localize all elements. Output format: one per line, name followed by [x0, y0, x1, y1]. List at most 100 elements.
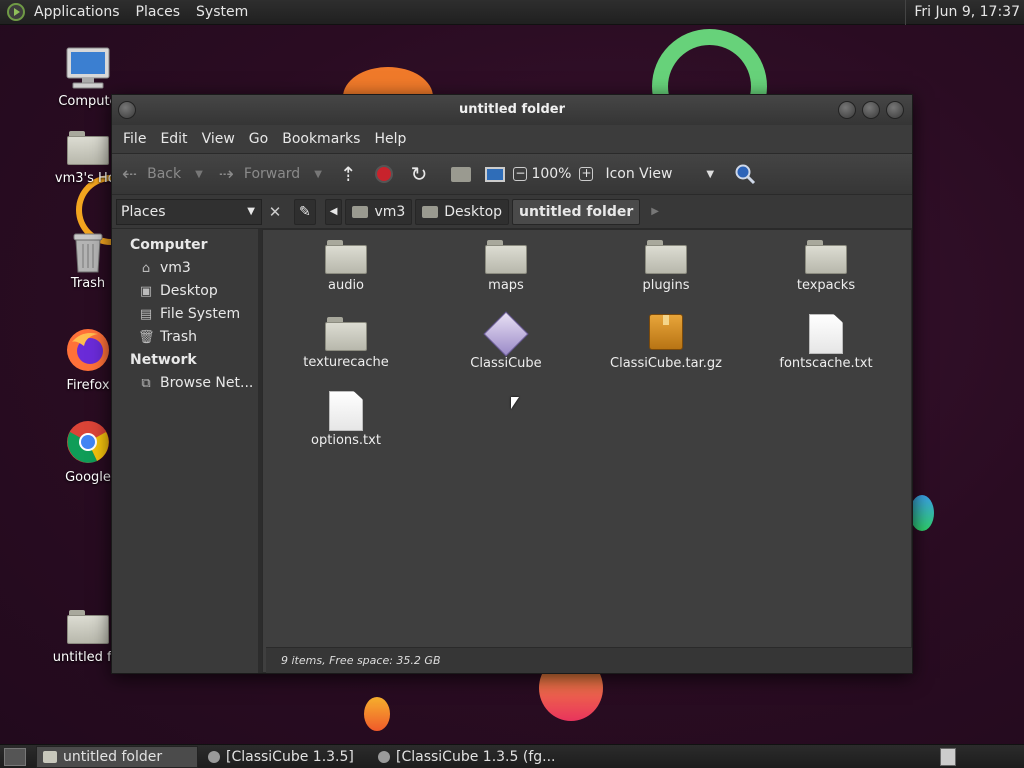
minimize-button[interactable] — [838, 101, 856, 119]
home-folder-icon — [67, 131, 109, 165]
desktop-folder-small-icon — [422, 205, 439, 218]
menu-go[interactable]: Go — [242, 131, 275, 147]
edit-location-button[interactable]: ✎ — [294, 198, 316, 225]
task-label: [ClassiCube 1.3.5 (fg... — [396, 748, 556, 765]
sidebar-item-trash[interactable]: 🗑 Trash — [112, 326, 258, 349]
computer-button[interactable] — [479, 159, 511, 189]
view-mode-dropdown-icon: ▼ — [706, 168, 715, 180]
window-menu-icon[interactable] — [118, 101, 136, 119]
search-button[interactable] — [728, 159, 762, 189]
mouse-cursor-icon — [511, 397, 519, 409]
drive-icon: ▤ — [139, 307, 153, 322]
menu-bookmarks[interactable]: Bookmarks — [275, 131, 367, 147]
archive-icon — [649, 314, 683, 350]
breadcrumb-untitled-folder-label: untitled folder — [519, 203, 634, 220]
edit-location-icon: ✎ — [299, 203, 311, 220]
breadcrumb-scroll-right[interactable]: ▶ — [651, 206, 659, 217]
clock[interactable]: Fri Jun 9, 17:37 — [905, 0, 1024, 25]
menu-file[interactable]: File — [116, 131, 153, 147]
text-file-icon — [809, 314, 843, 354]
breadcrumb-scroll-left[interactable]: ◀ — [324, 198, 343, 225]
file-item-maps[interactable]: maps — [431, 240, 581, 293]
window-titlebar[interactable]: untitled folder — [112, 95, 912, 125]
file-item-options-txt[interactable]: options.txt — [271, 391, 421, 448]
sidebar-item-file-system[interactable]: ▤ File System — [112, 303, 258, 326]
sidebar-selector[interactable]: Places ▼ — [116, 198, 262, 225]
stop-button[interactable] — [369, 159, 399, 189]
trash-applet-icon[interactable] — [940, 748, 956, 766]
file-label: audio — [327, 278, 365, 293]
menu-system[interactable]: System — [188, 0, 256, 25]
application-icon — [208, 750, 220, 763]
file-label: ClassiCube.tar.gz — [610, 356, 722, 371]
sidebar-item-vm3[interactable]: ⌂ vm3 — [112, 257, 258, 280]
chrome-icon — [67, 421, 109, 463]
breadcrumb-vm3[interactable]: vm3 — [345, 198, 413, 225]
menu-help[interactable]: Help — [367, 131, 413, 147]
reload-icon: ↻ — [410, 162, 428, 186]
task-classicube-2[interactable]: [ClassiCube 1.3.5 (fg... — [372, 746, 572, 768]
menu-edit[interactable]: Edit — [153, 131, 194, 147]
menu-places[interactable]: Places — [128, 0, 189, 25]
breadcrumb-desktop[interactable]: Desktop — [415, 198, 510, 225]
task-classicube-1[interactable]: [ClassiCube 1.3.5] — [202, 746, 368, 768]
zoom-out-icon[interactable]: − — [513, 167, 528, 181]
computer-small-icon — [485, 166, 506, 182]
file-label: maps — [488, 278, 524, 293]
icon-view[interactable]: audio maps plugins texpacks texturecache — [262, 229, 912, 673]
breadcrumb-untitled-folder[interactable]: untitled folder — [512, 198, 641, 225]
forward-button[interactable]: ⇢ Forward ▼ — [213, 159, 328, 189]
up-button[interactable]: ⇡ — [334, 159, 369, 189]
task-untitled-folder[interactable]: untitled folder — [36, 745, 198, 768]
close-button[interactable] — [886, 101, 904, 119]
file-item-texturecache[interactable]: texturecache — [271, 317, 421, 370]
file-item-texpacks[interactable]: texpacks — [751, 240, 901, 293]
content-area: Computer ⌂ vm3 ▣ Desktop ▤ File System 🗑… — [112, 229, 912, 673]
file-manager-window: untitled folder File Edit View Go Bookma… — [111, 94, 913, 674]
sidebar-item-desktop[interactable]: ▣ Desktop — [112, 280, 258, 303]
folder-icon — [805, 240, 847, 274]
home-folder-small-icon — [352, 205, 369, 218]
sidebar-section-computer: Computer — [130, 237, 208, 253]
back-button[interactable]: ⇠ Back ▼ — [116, 159, 209, 189]
network-icon: ⧉ — [141, 376, 151, 391]
sidebar-selector-label: Places — [121, 203, 166, 220]
file-label: ClassiCube — [470, 356, 542, 371]
folder-icon — [325, 317, 367, 351]
show-desktop-icon[interactable] — [4, 747, 26, 766]
back-history-dropdown-icon[interactable]: ▼ — [195, 169, 203, 180]
view-mode-label: Icon View — [605, 166, 673, 182]
folder-icon — [43, 750, 57, 763]
zoom-level: 100% — [531, 166, 572, 182]
sidebar-close-icon[interactable]: ✕ — [264, 203, 286, 221]
up-arrow-icon: ⇡ — [339, 162, 357, 186]
home-button[interactable] — [445, 159, 477, 189]
firefox-icon — [67, 329, 109, 371]
zoom-control: − 100% + — [511, 159, 595, 189]
desktop-icon: ▣ — [139, 284, 153, 299]
computer-icon — [66, 47, 110, 89]
file-item-plugins[interactable]: plugins — [591, 240, 741, 293]
file-item-classicube[interactable]: ClassiCube — [431, 311, 581, 371]
file-item-audio[interactable]: audio — [271, 240, 421, 293]
location-bar: Places ▼ ✕ ✎ ◀ vm3 Desktop untitled fold… — [112, 195, 912, 229]
sidebar-item-label: Browse Net... — [160, 375, 254, 391]
trash-icon: 🗑 — [138, 330, 155, 345]
zoom-in-icon[interactable]: + — [579, 167, 594, 181]
home-icon: ⌂ — [141, 261, 151, 276]
applications-logo-icon[interactable] — [7, 3, 25, 21]
file-item-classicube-tar-gz[interactable]: ClassiCube.tar.gz — [591, 314, 741, 371]
text-file-icon — [329, 391, 363, 431]
menu-applications[interactable]: Applications — [26, 0, 128, 25]
maximize-button[interactable] — [862, 101, 880, 119]
file-item-fontscache-txt[interactable]: fontscache.txt — [751, 314, 901, 371]
folder-icon — [645, 240, 687, 274]
search-icon — [735, 164, 756, 185]
menu-view[interactable]: View — [195, 131, 242, 147]
forward-history-dropdown-icon[interactable]: ▼ — [314, 169, 322, 180]
view-mode-select[interactable]: Icon View ▼ — [599, 159, 720, 189]
sidebar-item-label: File System — [160, 306, 241, 322]
reload-button[interactable]: ↻ — [405, 159, 440, 189]
top-panel: Applications Places System Fri Jun 9, 17… — [0, 0, 1024, 25]
sidebar-item-browse-network[interactable]: ⧉ Browse Net... — [112, 372, 258, 395]
